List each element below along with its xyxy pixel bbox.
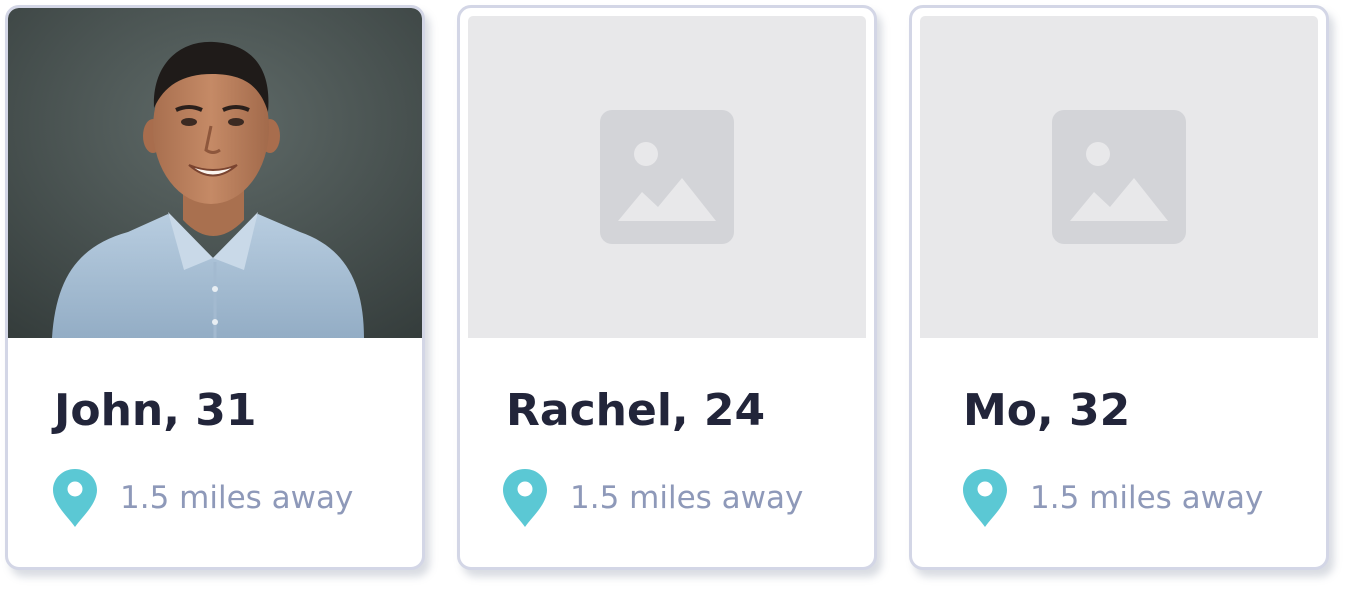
location-pin-icon: [503, 469, 547, 527]
distance-label: 1.5 miles away: [120, 480, 354, 516]
distance-label: 1.5 miles away: [1030, 480, 1264, 516]
portrait-photo: [8, 8, 422, 338]
profile-name-age: John, 31: [54, 385, 257, 436]
image-placeholder-icon: [600, 110, 734, 244]
profile-name-age: Rachel, 24: [506, 385, 766, 436]
location-row: 1.5 miles away: [52, 466, 353, 530]
distance-label: 1.5 miles away: [570, 480, 804, 516]
location-pin-icon: [53, 469, 97, 527]
profile-card-mo[interactable]: Mo, 32 1.5 miles away: [909, 5, 1329, 570]
image-placeholder-icon: [1052, 110, 1186, 244]
profile-card-rachel[interactable]: Rachel, 24 1.5 miles away: [457, 5, 877, 570]
location-row: 1.5 miles away: [502, 466, 803, 530]
photo-placeholder: [920, 16, 1318, 338]
photo-placeholder: [468, 16, 866, 338]
location-row: 1.5 miles away: [962, 466, 1263, 530]
profile-name-age: Mo, 32: [963, 385, 1131, 436]
profile-card-john[interactable]: John, 31 1.5 miles away: [5, 5, 425, 570]
profile-photo: [8, 8, 422, 338]
location-pin-icon: [963, 469, 1007, 527]
